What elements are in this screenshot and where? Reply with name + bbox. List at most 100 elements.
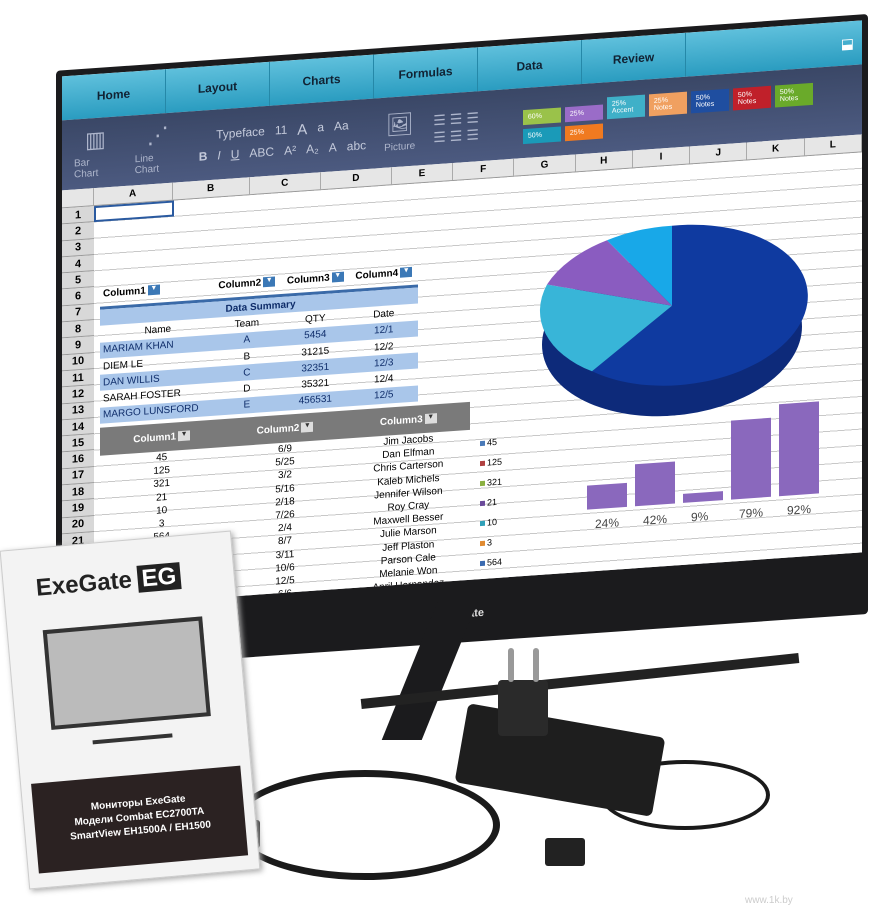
plug-pin	[508, 648, 514, 682]
column-header: Column2 ▼	[223, 419, 346, 439]
line-chart-button[interactable]: ⋰ Line Chart	[135, 121, 181, 176]
bar-label: 24%	[595, 515, 620, 532]
bar-chart: 24% 42% 9% 79% 92%	[587, 385, 827, 532]
cell-style-swatch[interactable]: 25% Notes	[648, 91, 687, 116]
legend-label: 3	[487, 537, 493, 548]
bar-chart-icon: ▥	[84, 126, 106, 153]
tab-review[interactable]: Review	[582, 32, 686, 84]
align-icons[interactable]: ☰☰☰ ☰☰☰	[433, 109, 483, 146]
legend-label: 564	[487, 556, 503, 568]
font-size-select[interactable]: 11	[275, 122, 287, 140]
subscript-button[interactable]: A₂	[306, 141, 319, 156]
column-header: Column4 ▼	[350, 266, 418, 282]
cell-style-swatch[interactable]: 50% Notes	[774, 82, 813, 108]
filter-dropdown-icon[interactable]: ▼	[263, 276, 276, 288]
column-header: Column1 ▼	[100, 281, 213, 300]
legend-item: 21	[480, 492, 502, 514]
legend-item: 45	[480, 432, 502, 454]
cell-style-swatch[interactable]: 25%	[564, 123, 603, 141]
cell-styles: 60% 25%25% Accent25% Notes50% Notes50% No…	[521, 78, 850, 146]
table-cell: 456531	[298, 393, 332, 408]
bar	[635, 461, 675, 507]
column-header: Column3 ▼	[347, 410, 470, 430]
font-group: Typeface 11 Aa Aa B I U ABC A² A₂ Aabc	[199, 117, 366, 164]
grow-font-button[interactable]: A	[297, 121, 307, 139]
bar-chart-button[interactable]: ▥ Bar Chart	[74, 126, 117, 180]
shrink-font-button[interactable]: a	[317, 120, 324, 137]
hdmi-connector	[545, 838, 585, 866]
bar	[683, 491, 723, 503]
column-header: Column3 ▼	[281, 271, 349, 287]
bar-label: 92%	[787, 501, 812, 518]
data-summary-table: Column1 ▼ Column2 ▼ Column3 ▼ Column4 ▼ Data Sum…	[100, 259, 418, 424]
legend-item: 10	[480, 512, 502, 534]
filter-dropdown-icon[interactable]: ▼	[424, 413, 437, 424]
strike-button[interactable]: abc	[347, 138, 366, 153]
table-cell: E	[243, 399, 251, 412]
underline-button[interactable]: U	[231, 146, 240, 161]
legend-swatch	[480, 500, 485, 507]
highlight-button[interactable]: A	[329, 140, 337, 155]
filter-dropdown-icon[interactable]: ▼	[301, 421, 314, 433]
change-case-button[interactable]: Aa	[334, 118, 349, 136]
filter-dropdown-icon[interactable]: ▼	[400, 267, 413, 279]
tab-layout[interactable]: Layout	[166, 61, 270, 114]
bar-label: 9%	[691, 509, 709, 525]
cell-style-swatch[interactable]: 50%	[522, 125, 561, 144]
legend-item: 3	[480, 532, 502, 554]
italic-button[interactable]: I	[217, 148, 220, 162]
bar	[587, 482, 627, 510]
tab-data[interactable]: Data	[478, 39, 582, 92]
bar	[779, 401, 819, 497]
header-label: Column1	[103, 285, 146, 300]
legend-item: 321	[480, 472, 502, 494]
legend-swatch	[480, 540, 485, 547]
header-label: Column4	[355, 267, 399, 282]
tab-charts[interactable]: Charts	[270, 54, 374, 106]
caps-button[interactable]: ABC	[249, 144, 274, 160]
legend-label: 45	[487, 436, 498, 448]
cell-style-swatch[interactable]: 25% Accent	[606, 94, 645, 119]
chart-legend: 45 125 321 21 10 3 564 900	[480, 432, 502, 594]
line-chart-icon: ⋰	[146, 121, 169, 149]
legend-swatch	[480, 560, 485, 567]
legend-swatch	[480, 440, 485, 447]
legend-label: 21	[487, 496, 498, 508]
legend-item: 564	[480, 552, 502, 574]
filter-dropdown-icon[interactable]: ▼	[331, 272, 344, 283]
legend-swatch	[480, 480, 485, 487]
table-cell: 12/5	[374, 389, 394, 402]
filter-dropdown-icon[interactable]: ▼	[178, 430, 191, 442]
plug-pin	[533, 648, 539, 682]
watermark: www.1k.by	[745, 895, 793, 906]
typeface-select[interactable]: Typeface	[216, 124, 265, 144]
spreadsheet-screen: Home Layout Charts Formulas Data Review ⬓ ▥ Bar…	[62, 20, 862, 609]
power-plug	[498, 680, 548, 736]
user-manual: ExeGate EG Мониторы ExeGate Модели Combat…	[0, 530, 261, 890]
legend-label: 321	[487, 476, 503, 488]
legend-label: 10	[487, 516, 498, 528]
legend-label: 125	[487, 456, 503, 468]
inbox-icon[interactable]: ⬓	[841, 34, 854, 52]
bar	[731, 417, 771, 500]
tab-home[interactable]: Home	[62, 69, 166, 121]
cell-style-swatch[interactable]: 50% Notes	[690, 88, 729, 113]
cell-style-swatch[interactable]: 60%	[522, 106, 561, 125]
table-cell: 5/12	[275, 601, 295, 609]
cell-style-swatch[interactable]: 50% Notes	[732, 85, 771, 110]
header-label: Column3	[286, 272, 330, 287]
manual-title-box: Мониторы ExeGate Модели Combat EC2700TA …	[31, 765, 249, 874]
header-label: Column3	[379, 413, 423, 428]
legend-swatch	[480, 520, 485, 527]
legend-item: 125	[480, 452, 502, 474]
cell-style-swatch[interactable]: 25%	[564, 104, 603, 122]
tab-formulas[interactable]: Formulas	[374, 47, 478, 99]
picture-button[interactable]: 🖼 Picture	[384, 110, 415, 153]
column-header: Column1 ▼	[100, 428, 223, 448]
legend-label: 900	[487, 576, 503, 588]
filter-dropdown-icon[interactable]: ▼	[147, 284, 160, 296]
superscript-button[interactable]: A²	[284, 142, 296, 157]
power-adapter	[454, 703, 666, 817]
bold-button[interactable]: B	[199, 149, 208, 164]
header-label: Column2	[218, 277, 262, 292]
